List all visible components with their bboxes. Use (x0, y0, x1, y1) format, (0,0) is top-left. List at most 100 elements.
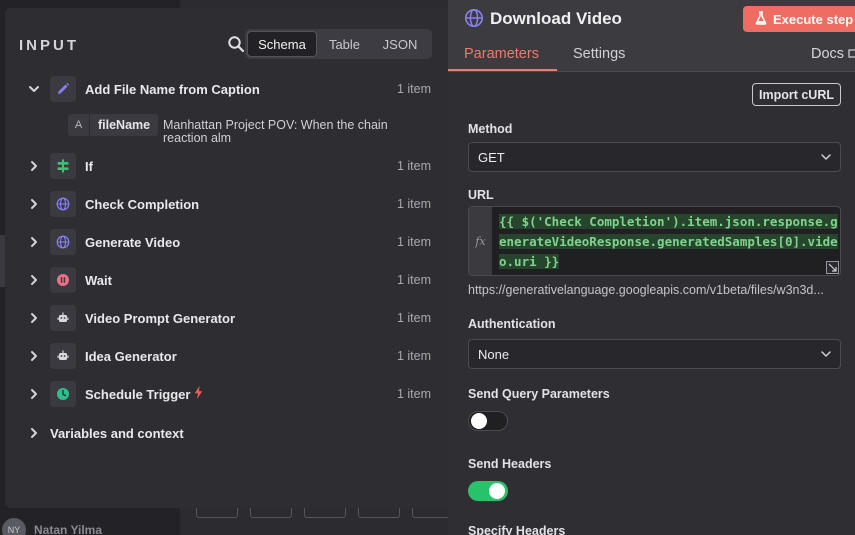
tab-schema[interactable]: Schema (247, 31, 317, 57)
docs-label: Docs (811, 46, 845, 62)
pencil-icon (50, 76, 76, 102)
field-name: fileName (98, 118, 151, 132)
active-tab-indicator (448, 69, 557, 71)
input-node-generate-video[interactable]: Generate Video 1 item (25, 228, 435, 256)
canvas-control-button[interactable] (304, 508, 346, 518)
method-label: Method (468, 122, 513, 136)
import-curl-button[interactable]: Import cURL (752, 83, 841, 106)
robot-icon (50, 305, 76, 331)
node-name: Wait (85, 272, 112, 288)
view-mode-toggle: Schema Table JSON (245, 29, 432, 59)
chevron-down-icon (821, 154, 831, 160)
send-headers-label: Send Headers (468, 457, 552, 471)
input-node-wait[interactable]: Wait 1 item (25, 266, 435, 294)
node-name: Add File Name from Caption (85, 81, 260, 97)
item-count: 1 item (396, 349, 431, 363)
execute-step-label: Execute step (773, 11, 854, 27)
input-node-schedule-trigger[interactable]: Schedule Trigger 1 item (25, 380, 435, 408)
node-name: Generate Video (85, 234, 181, 250)
variables-label: Variables and context (50, 425, 184, 441)
chevron-right-icon[interactable] (25, 347, 43, 365)
parameters-body: Import cURL Method GET URL fx {{ $('Chec… (448, 72, 855, 535)
globe-icon (50, 191, 76, 217)
input-header: INPUT Schema Table JSON (19, 28, 434, 60)
chevron-down-icon (821, 351, 831, 357)
globe-icon (465, 9, 483, 27)
chevron-right-icon[interactable] (25, 157, 43, 175)
node-title[interactable]: Download Video (490, 9, 622, 29)
chevron-right-icon[interactable] (25, 309, 43, 327)
input-node-check-completion[interactable]: Check Completion 1 item (25, 190, 435, 218)
input-title: INPUT (19, 37, 79, 54)
url-expression-editor[interactable]: fx {{ $('Check Completion').item.json.re… (468, 206, 841, 276)
item-count: 1 item (396, 82, 431, 96)
user-name: Natan Yilma (34, 523, 103, 535)
clock-icon (50, 381, 76, 407)
chevron-right-icon[interactable] (25, 271, 43, 289)
variables-and-context[interactable]: Variables and context (25, 419, 184, 447)
canvas-control-button[interactable] (196, 508, 238, 518)
send-headers-toggle[interactable] (468, 481, 508, 501)
input-node-if[interactable]: If 1 item (25, 152, 435, 180)
authentication-value: None (478, 346, 510, 362)
execute-step-button[interactable]: Execute step (743, 6, 855, 32)
toggle-knob (471, 413, 487, 429)
tab-settings[interactable]: Settings (573, 46, 625, 62)
send-query-label: Send Query Parameters (468, 387, 610, 401)
item-count: 1 item (396, 311, 431, 325)
item-count: 1 item (396, 387, 431, 401)
external-link-icon (848, 46, 855, 62)
avatar: NY (2, 518, 26, 535)
expression-text: {{ $('Check Completion').item.json.respo… (499, 214, 838, 269)
input-node-idea-generator[interactable]: Idea Generator 1 item (25, 342, 435, 370)
authentication-label: Authentication (468, 317, 556, 331)
node-header: Download Video Execute step Parameters S… (448, 0, 855, 72)
globe-icon (50, 229, 76, 255)
item-count: 1 item (396, 235, 431, 249)
specify-headers-label: Specify Headers (468, 524, 566, 535)
search-icon[interactable] (227, 35, 245, 53)
url-label: URL (468, 188, 494, 202)
input-panel: INPUT Schema Table JSON Add File Name fr… (5, 8, 448, 508)
string-type-icon: A (68, 114, 90, 136)
item-count: 1 item (396, 273, 431, 287)
toggle-knob (489, 483, 505, 499)
trigger-bolt-icon (194, 386, 203, 402)
method-select[interactable]: GET (468, 142, 841, 172)
authentication-select[interactable]: None (468, 339, 841, 369)
canvas-control-button[interactable] (250, 508, 292, 518)
fx-icon: fx (469, 207, 492, 275)
node-name: Idea Generator (85, 348, 177, 364)
flask-icon (755, 10, 767, 28)
chevron-right-icon[interactable] (25, 385, 43, 403)
tab-parameters[interactable]: Parameters (464, 46, 539, 62)
input-node-video-prompt-generator[interactable]: Video Prompt Generator 1 item (25, 304, 435, 332)
docs-link[interactable]: Docs (811, 46, 855, 62)
pause-icon (50, 267, 76, 293)
field-chip[interactable]: A fileName (68, 114, 159, 136)
item-count: 1 item (396, 197, 431, 211)
tab-table[interactable]: Table (317, 31, 372, 57)
chevron-right-icon[interactable] (25, 195, 43, 213)
url-expression[interactable]: {{ $('Check Completion').item.json.respo… (499, 212, 839, 272)
tab-json[interactable]: JSON (372, 31, 428, 57)
node-name: Video Prompt Generator (85, 310, 236, 326)
chevron-down-icon[interactable] (25, 80, 43, 98)
more-options-icon[interactable]: ··· (140, 528, 155, 535)
url-preview: https://generativelanguage.googleapis.co… (468, 283, 824, 297)
field-value: Manhattan Project POV: When the chain re… (163, 118, 388, 145)
chevron-right-icon[interactable] (25, 424, 43, 442)
chevron-right-icon[interactable] (25, 233, 43, 251)
node-name: Schedule Trigger (85, 386, 191, 402)
input-node-add-file-name[interactable]: Add File Name from Caption 1 item (25, 75, 435, 103)
schema-field: A fileName Manhattan Project POV: When t… (68, 114, 428, 154)
robot-icon (50, 343, 76, 369)
item-count: 1 item (396, 159, 431, 173)
expand-icon[interactable] (826, 261, 839, 274)
if-branch-icon (50, 153, 76, 179)
method-value: GET (478, 149, 505, 165)
node-settings-panel: Download Video Execute step Parameters S… (448, 0, 855, 535)
node-name: Check Completion (85, 196, 200, 212)
canvas-control-button[interactable] (358, 508, 400, 518)
send-query-toggle[interactable] (468, 411, 508, 431)
